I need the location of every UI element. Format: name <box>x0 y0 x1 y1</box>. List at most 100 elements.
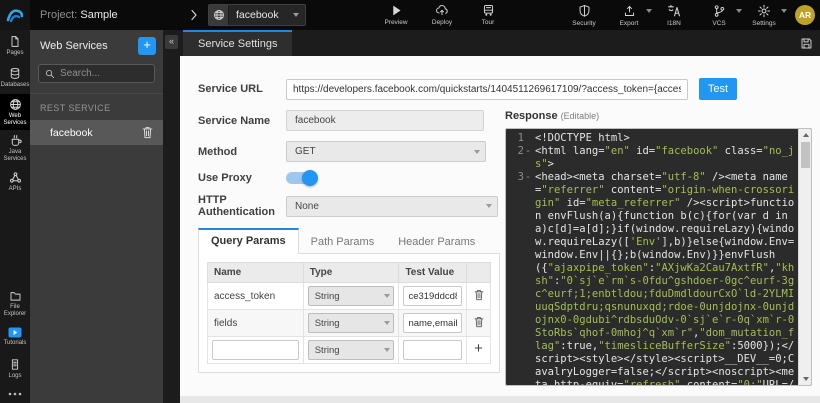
scrollbar-thumb[interactable] <box>801 142 810 168</box>
rail-label: File Explorer <box>1 304 29 317</box>
video-play-icon <box>8 327 22 338</box>
security-button[interactable]: Security <box>566 4 602 27</box>
param-test-value-input[interactable] <box>403 286 462 306</box>
search-box[interactable] <box>38 64 155 83</box>
param-tabs: Query Params Path Params Header Params <box>198 228 505 254</box>
editor-scrollbar[interactable] <box>798 129 811 385</box>
globe-icon <box>9 98 22 111</box>
tour-button[interactable]: Tour <box>470 0 506 30</box>
sidebar-item-pages[interactable]: Pages <box>0 30 30 62</box>
param-test-value-input[interactable] <box>403 313 462 333</box>
sidebar-item-java-services[interactable]: Java Services <box>0 130 30 166</box>
cloud-upload-icon <box>435 4 449 17</box>
chevron-down-icon <box>293 13 299 17</box>
line-gutter: 1 <box>506 132 532 145</box>
method-label: Method <box>198 146 286 158</box>
method-select[interactable]: GET <box>286 141 486 162</box>
service-list-item-facebook[interactable]: facebook <box>30 120 163 145</box>
wavemaker-logo[interactable] <box>0 0 30 30</box>
delete-row-button[interactable] <box>474 289 484 301</box>
editor-tab-bar: Service Settings <box>180 30 820 56</box>
sidebar-item-logs[interactable]: Logs <box>0 353 30 385</box>
top-bar: Project: Sample facebook Preview Deploy <box>0 0 820 30</box>
chevron-down-icon <box>481 204 497 208</box>
param-type-select[interactable]: String <box>308 313 395 333</box>
param-type-value: String <box>309 291 381 302</box>
preview-label: Preview <box>384 19 407 26</box>
add-service-button[interactable]: + <box>138 37 156 55</box>
service-name-value[interactable]: facebook <box>286 110 484 131</box>
search-input[interactable] <box>60 68 148 79</box>
fold-marker-icon[interactable] <box>524 132 532 145</box>
column-header-name: Name <box>208 263 304 283</box>
scroll-down-button[interactable] <box>799 373 812 385</box>
sidebar-item-apis[interactable]: APIs <box>0 166 30 198</box>
rest-service-section-label: REST SERVICE <box>30 93 163 120</box>
preview-button[interactable]: Preview <box>378 0 414 30</box>
code-text[interactable]: <head><meta charset="utf-8" /><meta name… <box>532 171 798 385</box>
tab-header-params[interactable]: Header Params <box>386 230 487 254</box>
response-code-editor[interactable]: 1 <!DOCTYPE html> 2- <html lang="en" id=… <box>505 128 812 386</box>
form-column: Service Name facebook Method GET Use Pro… <box>180 100 505 386</box>
save-icon <box>800 37 813 50</box>
http-auth-select[interactable]: None <box>286 196 498 217</box>
new-param-test-value-input[interactable] <box>403 340 462 360</box>
code-text[interactable]: <html lang="en" id="facebook" class="no_… <box>532 145 798 171</box>
gear-icon <box>757 4 771 18</box>
more-options-button[interactable] <box>0 385 30 403</box>
main-area: Service Settings Service URL Test Servic… <box>180 30 820 403</box>
column-header-type: Type <box>303 263 399 283</box>
play-icon <box>390 4 403 17</box>
add-param-button[interactable]: + <box>474 340 483 357</box>
service-name-row: Service Name facebook <box>198 110 505 131</box>
rail-label: Tutorials <box>4 340 27 347</box>
translate-icon <box>667 4 681 18</box>
vcs-button[interactable]: VCS <box>701 4 737 27</box>
response-column: Response (Editable) 1 <!DOCTYPE html> 2-… <box>505 100 820 386</box>
fold-marker-icon[interactable]: - <box>524 171 532 385</box>
column-header-test-value: Test Value <box>399 263 467 283</box>
line-gutter: 3- <box>506 171 532 385</box>
new-param-name-input[interactable] <box>212 340 299 360</box>
use-proxy-label: Use Proxy <box>198 172 286 184</box>
http-auth-value: None <box>287 201 481 212</box>
sidebar-item-tutorials[interactable]: Tutorials <box>0 321 30 353</box>
service-settings-form: Service URL Test Service Name facebook M… <box>180 56 820 396</box>
save-button[interactable] <box>792 30 820 56</box>
rail-label: Databases <box>1 82 30 89</box>
export-button[interactable]: Export <box>611 4 647 27</box>
settings-button[interactable]: Settings <box>746 4 782 27</box>
user-avatar[interactable]: AR <box>795 5 815 25</box>
sidebar-item-databases[interactable]: Databases <box>0 62 30 94</box>
table-row: fields String <box>208 310 491 337</box>
i18n-button[interactable]: I18N <box>656 4 692 27</box>
param-type-select[interactable]: String <box>308 286 395 306</box>
code-text[interactable]: <!DOCTYPE html> <box>532 132 798 145</box>
database-icon <box>9 67 21 80</box>
sidebar-item-file-explorer[interactable]: File Explorer <box>0 286 30 321</box>
deploy-button[interactable]: Deploy <box>424 0 460 30</box>
delete-row-button[interactable] <box>474 316 484 328</box>
tab-path-params[interactable]: Path Params <box>299 230 387 254</box>
chevron-down-icon <box>736 13 742 20</box>
sidebar-item-web-services[interactable]: Web Services <box>0 94 30 130</box>
rail-label: Logs <box>8 373 21 380</box>
use-proxy-toggle[interactable] <box>286 172 316 184</box>
line-gutter: 2- <box>506 145 532 171</box>
code-line: 2- <html lang="en" id="facebook" class="… <box>506 145 798 171</box>
scroll-up-button[interactable] <box>799 129 812 141</box>
left-icon-rail: Pages Databases Web Services Java Servic… <box>0 30 30 403</box>
tab-query-params[interactable]: Query Params <box>198 228 299 254</box>
service-url-input[interactable] <box>286 79 688 100</box>
new-param-type-select[interactable]: String <box>308 340 395 360</box>
service-url-label: Service URL <box>198 83 286 95</box>
service-selector-dropdown[interactable]: facebook <box>208 4 306 26</box>
code-area[interactable]: 1 <!DOCTYPE html> 2- <html lang="en" id=… <box>506 129 798 385</box>
collapse-panel-button[interactable]: « <box>165 35 178 49</box>
service-item-label: facebook <box>50 127 93 139</box>
page-icon <box>9 35 21 48</box>
delete-service-button[interactable] <box>142 126 153 139</box>
tab-service-settings[interactable]: Service Settings <box>183 30 292 56</box>
fold-marker-icon[interactable]: - <box>524 145 532 171</box>
test-button[interactable]: Test <box>699 78 737 100</box>
